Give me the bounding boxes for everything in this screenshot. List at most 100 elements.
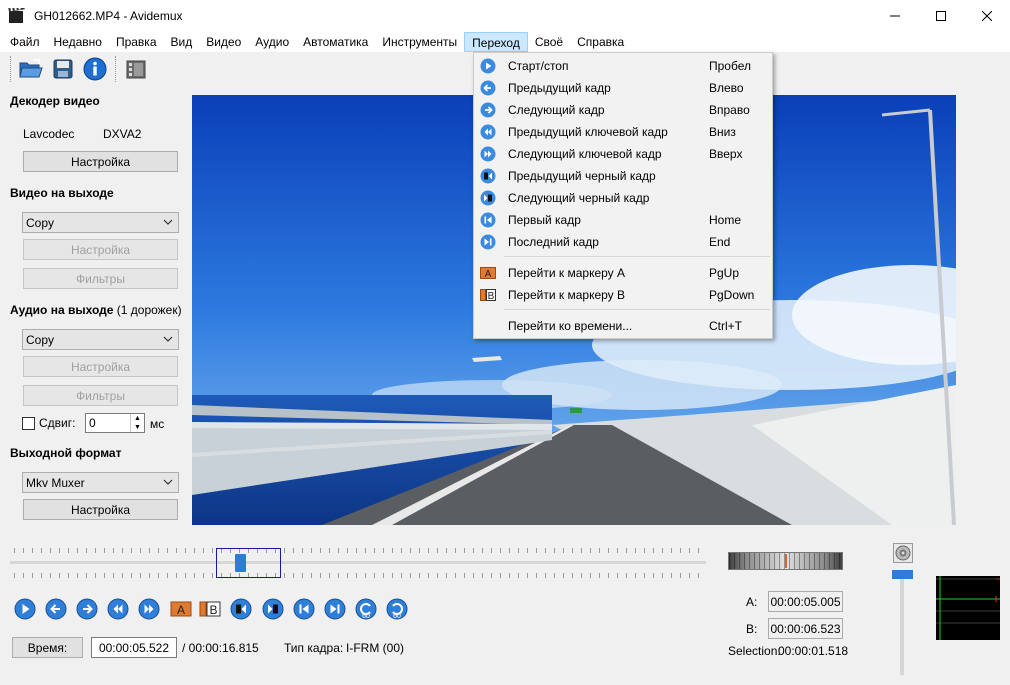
time-button[interactable]: Время: <box>12 637 83 658</box>
maximize-button[interactable] <box>918 0 964 31</box>
menu-tools[interactable]: Инструменты <box>375 32 464 52</box>
next-frame-button[interactable] <box>76 598 98 620</box>
go-menu-item-next-frame[interactable]: Следующий кадр Вправо <box>474 99 772 121</box>
next-black-frame-button[interactable] <box>262 598 284 620</box>
shift-input[interactable]: 0 ▲ ▼ <box>85 413 145 433</box>
timeline-handle[interactable] <box>235 554 246 572</box>
go-menu-label: Следующий ключевой кадр <box>508 147 662 161</box>
open-button[interactable] <box>17 55 45 83</box>
svg-text:B: B <box>488 291 495 302</box>
selection-label: Selection: <box>728 644 781 658</box>
menu-edit[interactable]: Правка <box>109 32 164 52</box>
svg-text:A: A <box>177 603 185 617</box>
menu-recent[interactable]: Недавно <box>47 32 109 52</box>
menu-view[interactable]: Вид <box>164 32 200 52</box>
menu-custom[interactable]: Своё <box>528 32 570 52</box>
previous-frame-icon <box>480 80 496 96</box>
info-button[interactable] <box>81 55 109 83</box>
close-button[interactable] <box>964 0 1010 31</box>
go-menu-item-next-black[interactable]: Следующий черный кадр <box>474 187 772 209</box>
audio-configure-button[interactable]: Настройка <box>23 356 178 377</box>
back-60s-button[interactable]: 60 <box>355 598 377 620</box>
chevron-down-icon <box>163 219 173 225</box>
go-menu-shortcut: Влево <box>709 81 744 95</box>
open-file-icon <box>19 59 43 78</box>
last-frame-button[interactable] <box>324 598 346 620</box>
menu-go[interactable]: Переход <box>464 31 528 52</box>
menu-separator <box>504 309 770 310</box>
decoder-name: Lavcodec <box>23 127 75 141</box>
previous-keyframe-button[interactable] <box>107 598 129 620</box>
muxer-select[interactable]: Mkv Muxer <box>22 472 179 493</box>
previous-frame-button[interactable] <box>45 598 67 620</box>
menu-video[interactable]: Видео <box>199 32 248 52</box>
go-menu-item-play[interactable]: Старт/стоп Пробел <box>474 55 772 77</box>
go-menu-item-last-frame[interactable]: Последний кадр End <box>474 231 772 253</box>
output-format-title: Выходной формат <box>10 446 122 460</box>
volume-slider[interactable] <box>900 575 904 675</box>
muxer-configure-button[interactable]: Настройка <box>23 499 178 520</box>
frame-type-value: I-FRM (00) <box>346 641 404 655</box>
timeline-slider[interactable] <box>10 561 706 564</box>
go-menu-item-prev-keyframe[interactable]: Предыдущий ключевой кадр Вниз <box>474 121 772 143</box>
marker-a-field: 00:00:05.005 <box>768 591 843 612</box>
set-marker-a-button[interactable]: A <box>170 598 192 620</box>
volume-handle[interactable] <box>892 570 913 579</box>
set-marker-b-button[interactable]: B <box>199 598 221 620</box>
decoder-configure-button[interactable]: Настройка <box>23 151 178 172</box>
go-menu-item-prev-black[interactable]: Предыдущий черный кадр <box>474 165 772 187</box>
go-menu-label: Первый кадр <box>508 213 581 227</box>
save-button[interactable] <box>49 55 77 83</box>
menu-audio[interactable]: Аудио <box>248 32 296 52</box>
jog-shuttle[interactable] <box>728 552 843 570</box>
audio-codec-select[interactable]: Copy <box>22 329 179 350</box>
go-menu-shortcut: Вниз <box>709 125 736 139</box>
toolbar-separator <box>115 56 116 82</box>
spin-down-icon[interactable]: ▼ <box>130 423 144 432</box>
current-time-field[interactable]: 00:00:05.522 <box>91 637 177 658</box>
marker-a-icon: A <box>480 267 496 280</box>
frame-type-label: Тип кадра: <box>284 641 344 655</box>
go-menu-shortcut: Вправо <box>709 103 750 117</box>
video-filters-button[interactable]: Фильтры <box>23 268 178 289</box>
go-menu-item-marker-a[interactable]: A Перейти к маркеру A PgUp <box>474 262 772 284</box>
spin-up-icon[interactable]: ▲ <box>130 414 144 423</box>
maximize-icon <box>936 10 946 21</box>
first-frame-icon <box>480 212 496 228</box>
go-menu-label: Перейти к маркеру B <box>508 288 625 302</box>
first-frame-button[interactable] <box>293 598 315 620</box>
last-frame-icon <box>480 234 496 250</box>
go-menu-item-next-keyframe[interactable]: Следующий ключевой кадр Вверх <box>474 143 772 165</box>
muxer-value: Mkv Muxer <box>26 475 85 490</box>
go-menu-label: Предыдущий ключевой кадр <box>508 125 668 139</box>
audio-track-count: (1 дорожек) <box>116 303 182 317</box>
previous-black-frame-button[interactable] <box>230 598 252 620</box>
menu-auto[interactable]: Автоматика <box>296 32 375 52</box>
go-menu-label: Перейти ко времени... <box>508 319 633 333</box>
video-codec-value: Copy <box>26 215 55 230</box>
calculator-button[interactable] <box>122 55 150 83</box>
video-configure-button[interactable]: Настройка <box>23 239 178 260</box>
video-decoder-title: Декодер видео <box>10 94 100 108</box>
volume-button[interactable] <box>893 543 913 563</box>
menu-help[interactable]: Справка <box>570 32 631 52</box>
menu-file[interactable]: Файл <box>3 32 47 52</box>
next-keyframe-button[interactable] <box>138 598 160 620</box>
audio-output-title: Аудио на выходе (1 дорожек) <box>10 303 182 317</box>
audio-filters-button[interactable]: Фильтры <box>23 385 178 406</box>
play-button[interactable] <box>14 598 36 620</box>
timeline-ticks-bottom <box>14 573 704 578</box>
go-menu-item-first-frame[interactable]: Первый кадр Home <box>474 209 772 231</box>
decoder-hw: DXVA2 <box>103 127 142 141</box>
info-icon <box>83 57 107 81</box>
shift-checkbox[interactable] <box>22 417 35 430</box>
video-codec-select[interactable]: Copy <box>22 212 179 233</box>
go-menu-item-prev-frame[interactable]: Предыдущий кадр Влево <box>474 77 772 99</box>
minimize-button[interactable] <box>872 0 918 31</box>
go-menu-item-marker-b[interactable]: B Перейти к маркеру B PgDown <box>474 284 772 306</box>
go-menu-item-goto-time[interactable]: Перейти ко времени... Ctrl+T <box>474 315 772 337</box>
next-keyframe-icon <box>480 146 496 162</box>
forward-60s-button[interactable]: 60 <box>386 598 408 620</box>
svg-text:60: 60 <box>362 613 370 620</box>
go-menu-shortcut: Ctrl+T <box>709 319 742 333</box>
